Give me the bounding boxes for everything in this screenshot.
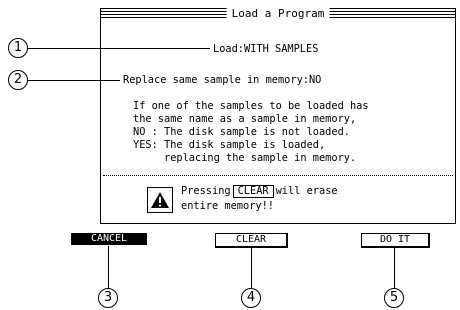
info-line-3: NO : The disk sample is not loaded.	[133, 126, 350, 138]
callout-line-4	[251, 246, 252, 288]
callout-4: 4	[241, 288, 261, 308]
info-line-4: YES: The disk sample is loaded,	[133, 139, 326, 151]
callout-line-1	[28, 48, 210, 49]
info-line-2: the same name as a sample in memory,	[133, 113, 357, 125]
warning-line-2: entire memory!!	[181, 200, 274, 212]
warning-line-1: Pressing CLEAR will erase	[181, 185, 338, 198]
callout-line-2	[28, 80, 120, 81]
warning-prefix: Pressing	[181, 185, 231, 197]
dotted-divider	[103, 175, 453, 176]
callout-5: 5	[384, 288, 404, 308]
callout-2: 2	[8, 70, 28, 90]
replace-mode-field[interactable]: Replace same sample in memory:NO	[123, 74, 321, 87]
callout-1: 1	[8, 38, 28, 58]
callout-line-5	[394, 246, 395, 288]
load-mode-field[interactable]: Load:WITH SAMPLES	[213, 43, 318, 56]
info-line-5: replacing the sample in memory.	[133, 152, 357, 164]
lcd-screen: Load a Program Load:WITH SAMPLES Replace…	[100, 8, 456, 224]
page-title: Load a Program	[226, 8, 330, 20]
info-line-1: If one of the samples to be loaded has	[133, 100, 369, 112]
warning-suffix: will erase	[275, 185, 338, 197]
warning-icon	[147, 187, 173, 213]
do-it-button[interactable]: DO IT	[361, 233, 430, 248]
cancel-button[interactable]: CANCEL	[71, 233, 147, 245]
callout-3: 3	[98, 288, 118, 308]
callout-line-3	[108, 246, 109, 288]
inline-clear-key: CLEAR	[232, 185, 274, 198]
title-bar: Load a Program	[101, 8, 455, 21]
